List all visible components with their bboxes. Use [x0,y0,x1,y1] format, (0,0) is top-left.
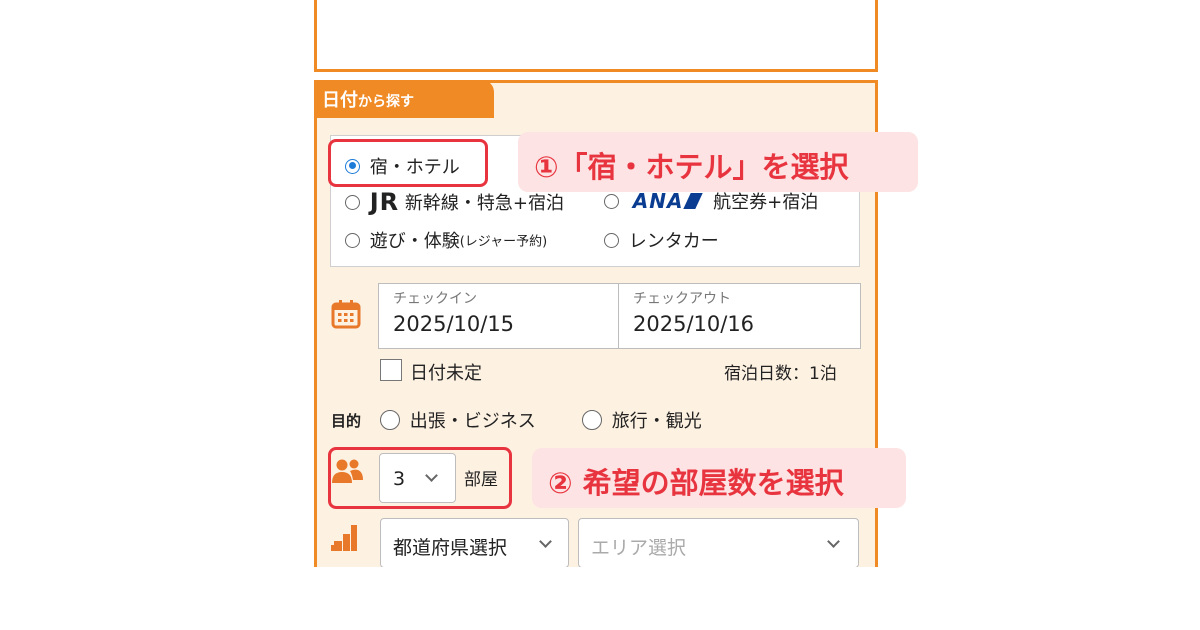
radio-rental-car[interactable] [604,232,619,248]
highlight-rooms [328,447,512,509]
ana-logo: ANA [632,189,684,213]
previous-panel-bottom [314,0,878,72]
option-jr-label: 新幹線・特急+宿泊 [404,193,564,214]
prefecture-select[interactable]: 都道府県選択 [380,518,569,568]
option-jr[interactable]: JR 新幹線・特急+宿泊 [345,188,564,216]
tab-title: 日付 [322,90,358,111]
option-rental-car-label: レンタカー [628,231,719,252]
purpose-travel[interactable]: 旅行・観光 [582,407,702,433]
chevron-down-icon [827,535,840,548]
option-rental-car[interactable]: レンタカー [604,227,719,253]
date-search-tab: 日付から探す [314,80,494,118]
checkout-value[interactable]: 2025/10/16 [633,312,860,336]
tab-subtitle: から探す [358,94,414,110]
calendar-icon [330,298,362,330]
chevron-down-icon [539,535,552,548]
option-ana-label: 航空券+宿泊 [713,192,819,213]
checkout-field[interactable]: チェックアウト 2025/10/16 [619,284,860,348]
nights-count: 宿泊日数：1泊 [724,364,837,384]
ana-logo-mark [683,193,704,209]
checkin-field[interactable]: チェックイン 2025/10/15 [379,284,619,348]
option-leisure-label: 遊び・体験 [369,231,460,252]
area-select[interactable]: エリア選択 [578,518,859,568]
checkout-label: チェックアウト [633,291,731,307]
area-select-label: エリア選択 [591,537,687,559]
bottom-whitespace [0,567,1200,630]
callout-step1: ①「宿・ホテル」を選択 [518,132,918,192]
map-area-icon [330,523,360,553]
purpose-business-label: 出張・ビジネス [409,411,536,432]
radio-ana[interactable] [604,193,619,209]
purpose-business[interactable]: 出張・ビジネス [380,407,536,433]
checkin-value[interactable]: 2025/10/15 [393,312,618,336]
date-range-field: チェックイン 2025/10/15 チェックアウト 2025/10/16 [378,283,861,349]
jr-logo: JR [369,188,400,216]
date-undecided-checkbox[interactable] [380,359,402,381]
highlight-hotel [328,139,488,187]
option-leisure-sublabel: (レジャー予約) [459,234,548,250]
radio-business[interactable] [380,410,400,430]
radio-travel[interactable] [582,410,602,430]
radio-leisure[interactable] [345,232,360,248]
prefecture-select-label: 都道府県選択 [393,537,508,559]
radio-jr[interactable] [345,194,360,210]
checkin-label: チェックイン [393,291,477,307]
date-undecided-label: 日付未定 [410,363,482,384]
option-leisure[interactable]: 遊び・体験(レジャー予約) [345,227,547,253]
purpose-travel-label: 旅行・観光 [611,411,702,432]
callout-step2: ② 希望の部屋数を選択 [532,448,906,508]
purpose-label: 目的 [331,412,362,430]
